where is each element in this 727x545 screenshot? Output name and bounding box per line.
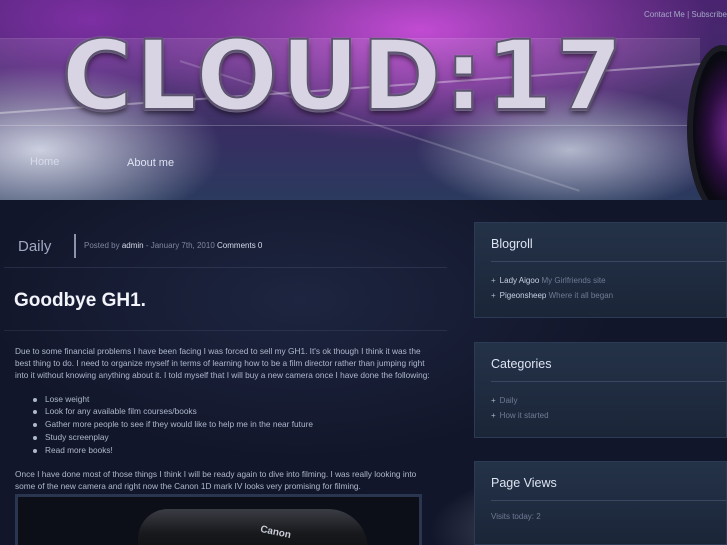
camera-photo xyxy=(138,509,368,545)
comments-link[interactable]: Comments 0 xyxy=(217,241,262,250)
blogroll-link[interactable]: Pigeonsheep xyxy=(500,291,547,300)
widget-divider xyxy=(491,261,726,262)
widget-title: Categories xyxy=(491,357,552,371)
blogroll-list: + Lady Aigoo My Girlfriends site + Pigeons… xyxy=(491,273,613,303)
post-paragraph: Due to some financial problems I have be… xyxy=(15,346,430,381)
post-list: Lose weight Look for any available film … xyxy=(33,393,433,457)
post-author-link[interactable]: admin xyxy=(122,241,144,250)
categories-list: + Daily + How it started xyxy=(491,393,549,423)
top-links-separator: | xyxy=(687,10,690,19)
contact-link[interactable]: Contact Me xyxy=(644,10,685,19)
blogroll-widget: Blogroll + Lady Aigoo My Girlfriends site… xyxy=(474,222,727,318)
post-meta: Posted by admin - January 7th, 2010 Comm… xyxy=(84,241,262,250)
widget-title: Page Views xyxy=(491,476,557,490)
main-nav: Home About me xyxy=(0,150,300,176)
posted-by-label: Posted by xyxy=(84,241,120,250)
category-link[interactable]: Daily xyxy=(500,396,518,405)
post-date: - January 7th, 2010 xyxy=(145,241,215,250)
title-divider xyxy=(4,330,447,331)
site-logo[interactable]: CLOUD:17 xyxy=(61,27,625,125)
post-paragraph: Once I have done most of those things I … xyxy=(15,468,417,491)
meta-divider xyxy=(74,234,76,258)
page-views-widget: Page Views Visits today: 2 xyxy=(474,461,727,545)
widget-divider xyxy=(491,381,726,382)
post-title[interactable]: Goodbye GH1. xyxy=(14,290,146,312)
list-item: Look for any available film courses/book… xyxy=(33,405,433,418)
site-header: Contact Me | Subscribe CLOUD:17 Home Abo… xyxy=(0,0,727,215)
widget-divider xyxy=(491,500,726,501)
post-meta-bar: Daily Posted by admin - January 7th, 201… xyxy=(4,226,447,268)
post-image: Canon xyxy=(15,494,422,545)
blogroll-description: My Girlfriends site xyxy=(541,276,606,285)
subscribe-link[interactable]: Subscribe xyxy=(691,10,727,19)
blogroll-link[interactable]: Lady Aigoo xyxy=(500,276,540,285)
post-body: Due to some financial problems I have be… xyxy=(15,345,433,503)
widget-title: Blogroll xyxy=(491,237,533,251)
blogroll-description: Where it all began xyxy=(548,291,614,300)
post-category[interactable]: Daily xyxy=(18,238,51,255)
list-item: Study screenplay xyxy=(33,431,433,444)
top-links: Contact Me | Subscribe xyxy=(644,10,727,19)
list-item: + Pigeonsheep Where it all began xyxy=(491,291,614,300)
list-item: Lose weight xyxy=(33,393,433,406)
categories-widget: Categories + Daily + How it started xyxy=(474,342,727,438)
nav-home[interactable]: Home xyxy=(30,156,59,168)
list-item: + How it started xyxy=(491,411,549,420)
list-item: Read more books! xyxy=(33,444,433,457)
list-item: + Daily xyxy=(491,396,518,405)
list-item: Gather more people to see if they would … xyxy=(33,418,433,431)
category-link[interactable]: How it started xyxy=(500,411,549,420)
visits-today-text: Visits today: 2 xyxy=(491,512,541,521)
nav-about[interactable]: About me xyxy=(127,157,174,169)
list-item: + Lady Aigoo My Girlfriends site xyxy=(491,276,606,285)
